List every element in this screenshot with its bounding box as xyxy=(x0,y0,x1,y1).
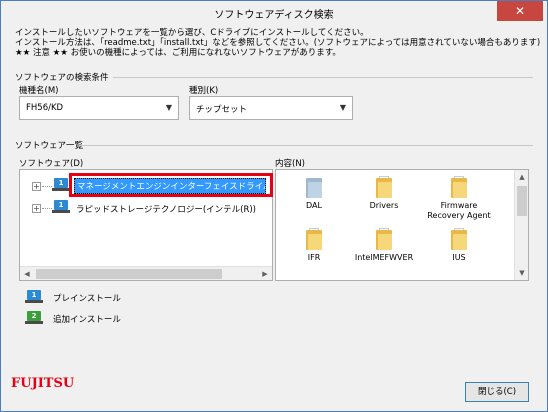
content-item-name: IUS xyxy=(452,253,466,262)
software-tree-label: ソフトウェア(D) xyxy=(19,159,84,169)
instruction-line-3: ★★ 注意 ★★ お使いの機種によっては、ご利用になれないソフトウェアがあります… xyxy=(15,48,341,58)
content-item[interactable]: IUS xyxy=(424,228,494,263)
scroll-up-icon[interactable]: ▲ xyxy=(515,170,529,184)
folder-front xyxy=(308,182,322,198)
software-list-label: ソフトウェア一覧 xyxy=(15,141,84,151)
model-select[interactable]: FH56/KD ▼ xyxy=(19,96,179,120)
category-select[interactable]: チップセット ▼ xyxy=(189,96,353,120)
contents-view[interactable]: DAL Drivers Firmware Recovery Agent IFR … xyxy=(275,169,529,281)
window-title: ソフトウェアディスク検索 xyxy=(214,10,334,21)
monitor-screen: 1 xyxy=(54,178,68,188)
folder-with-document-icon xyxy=(306,176,322,198)
folder-icon xyxy=(306,228,322,250)
content-item-name: Firmware Recovery Agent xyxy=(427,201,491,220)
folder-icon xyxy=(376,228,392,250)
monitor-base xyxy=(52,210,70,213)
preinstall-icon: 1 xyxy=(52,178,70,192)
fujitsu-logo: FUJITSU xyxy=(11,376,75,391)
scroll-thumb[interactable] xyxy=(36,269,222,279)
window-close-button[interactable]: ✕ xyxy=(497,1,543,21)
category-label: 種別(K) xyxy=(189,86,219,96)
monitor-screen: 1 xyxy=(27,290,41,300)
highlight-annotation xyxy=(69,173,273,197)
monitor-base xyxy=(25,321,43,324)
model-label: 機種名(M) xyxy=(19,86,59,96)
divider xyxy=(113,77,533,78)
expand-toggle[interactable]: + xyxy=(32,204,41,213)
instructions: インストールしたいソフトウェアを一覧から選び、Cドライブにインストールしてくださ… xyxy=(15,28,540,58)
title-bar: ソフトウェアディスク検索 ✕ xyxy=(1,1,547,25)
software-disc-search-window: ソフトウェアディスク検索 ✕ インストールしたいソフトウェアを一覧から選び、Cド… xyxy=(0,0,548,412)
monitor-base xyxy=(25,300,43,303)
tree-item-label: ラピッドストレージテクノロジー(インテル(R)) xyxy=(76,205,256,215)
content-item-name: IFR xyxy=(307,253,321,262)
content-item-name: Drivers xyxy=(369,201,399,210)
scroll-right-icon[interactable]: ▶ xyxy=(258,267,272,281)
instruction-line-1: インストールしたいソフトウェアを一覧から選び、Cドライブにインストールしてくださ… xyxy=(15,28,369,38)
tree-line xyxy=(42,186,52,187)
tree-item[interactable]: ラピッドストレージテクノロジー(インテル(R)) xyxy=(76,203,256,219)
preinstall-legend-label: プレインストール xyxy=(53,294,121,304)
content-item-name: IntelMEFWVER xyxy=(354,253,414,262)
category-select-value: チップセット xyxy=(196,105,248,115)
content-item[interactable]: IntelMEFWVER xyxy=(354,228,414,263)
folder-icon xyxy=(451,228,467,250)
preinstall-legend-icon: 1 xyxy=(25,290,43,304)
folder-icon xyxy=(376,176,392,198)
addinstall-legend-label: 追加インストール xyxy=(53,315,121,325)
monitor-screen: 1 xyxy=(54,200,68,210)
addinstall-legend-icon: 2 xyxy=(25,311,43,325)
search-conditions-label: ソフトウェアの検索条件 xyxy=(15,73,109,83)
expand-toggle[interactable]: + xyxy=(32,182,41,191)
monitor-screen: 2 xyxy=(27,311,41,321)
preinstall-icon: 1 xyxy=(52,200,70,214)
chevron-down-icon: ▼ xyxy=(339,103,346,112)
content-item-name: DAL xyxy=(306,201,322,210)
folder-front xyxy=(378,234,392,250)
content-item[interactable]: DAL xyxy=(284,176,344,211)
scroll-left-icon[interactable]: ◀ xyxy=(20,267,34,281)
content-item[interactable]: Drivers xyxy=(354,176,414,211)
folder-front xyxy=(453,182,467,198)
close-button[interactable]: 閉じる(C) xyxy=(465,382,529,402)
content-item[interactable]: Firmware Recovery Agent xyxy=(424,176,494,221)
icon-number: 2 xyxy=(31,312,37,320)
folder-front xyxy=(453,234,467,250)
icon-number: 1 xyxy=(58,201,64,209)
folder-icon xyxy=(451,176,467,198)
model-select-value: FH56/KD xyxy=(26,103,64,113)
vertical-scrollbar[interactable]: ▲ ▼ xyxy=(514,170,528,280)
icon-number: 1 xyxy=(58,179,64,187)
monitor-base xyxy=(52,188,70,191)
horizontal-scrollbar[interactable]: ◀ ▶ xyxy=(20,266,272,280)
tree-line xyxy=(42,208,52,209)
instruction-line-2: インストール方法は、「readme.txt」「install.txt」などを参照… xyxy=(15,38,541,48)
folder-front xyxy=(378,182,392,198)
divider xyxy=(79,145,533,146)
chevron-down-icon: ▼ xyxy=(165,103,172,112)
folder-front xyxy=(308,234,322,250)
contents-label: 内容(N) xyxy=(275,159,305,169)
content-item[interactable]: IFR xyxy=(284,228,344,263)
icon-number: 1 xyxy=(31,291,37,299)
scroll-down-icon[interactable]: ▼ xyxy=(515,266,529,280)
scroll-thumb[interactable] xyxy=(517,186,527,216)
